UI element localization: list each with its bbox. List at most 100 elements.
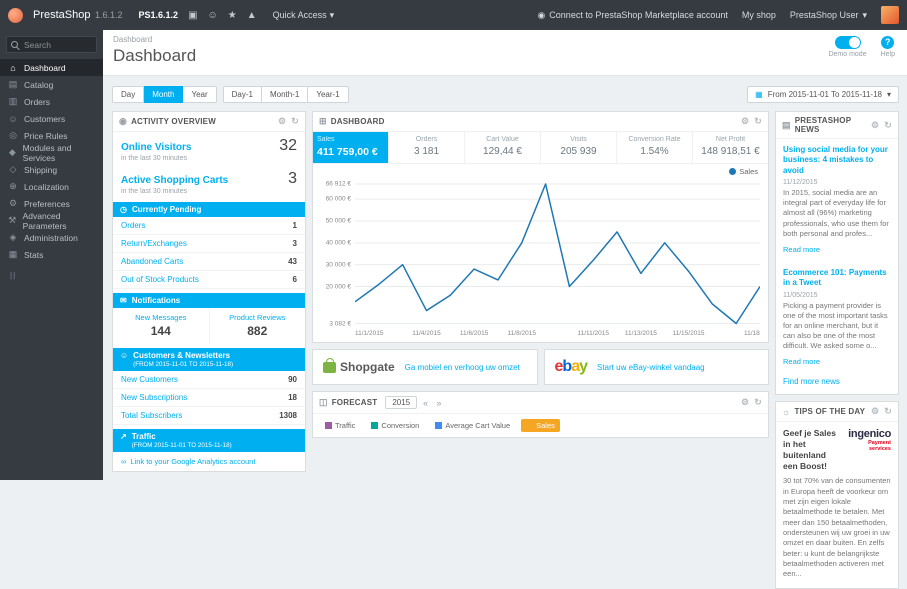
kpi-cart-value-tab[interactable]: Cart Value 129,44 € — [465, 132, 541, 163]
cart-icon[interactable]: ▣ — [188, 10, 197, 21]
kpi-visits-tab[interactable]: Visits 205 939 — [541, 132, 617, 163]
dashboard-panel: ⊞ DASHBOARD ⚙ ↻ Sales 411 759,00 € Order… — [312, 111, 769, 343]
activity-icon: ◉ — [119, 116, 128, 126]
sidebar-item-price-rules[interactable]: ◎ Price Rules — [0, 127, 103, 144]
left-column: ◉ ACTIVITY OVERVIEW ⚙ ↻ Online Visitors … — [112, 111, 306, 472]
traffic-icon: ↗ — [120, 432, 127, 441]
news-item-title[interactable]: Using social media for your business: 4 … — [783, 145, 891, 176]
new-subscriptions-link[interactable]: New Subscriptions — [121, 393, 187, 402]
customers-newsletters-range: (FROM 2015-11-01 TO 2015-11-18) — [133, 361, 234, 368]
prestashop-news-panel: ▤ PRESTASHOP NEWS ⚙ ↻ Using social media… — [775, 111, 899, 396]
kpi-orders-tab[interactable]: Orders 3 181 — [389, 132, 465, 163]
gear-icon[interactable]: ⚙ — [871, 120, 879, 131]
rocket-icon[interactable]: ▲ — [247, 10, 257, 21]
catalog-icon: ▤ — [8, 79, 18, 89]
kpi-value: 148 918,51 € — [701, 146, 760, 157]
sidebar-item-modules[interactable]: ◆ Modules and Services — [0, 143, 103, 163]
sidebar-item-catalog[interactable]: ▤ Catalog — [0, 76, 103, 93]
gear-icon[interactable]: ⚙ — [278, 116, 286, 127]
sidebar-collapse-button[interactable]: || — [0, 263, 103, 288]
ebay-link[interactable]: Start uw eBay-winkel vandaag — [597, 363, 705, 372]
gear-icon[interactable]: ⚙ — [741, 116, 749, 127]
breadcrumb[interactable]: Dashboard — [113, 35, 897, 44]
forecast-toggle-conversion[interactable]: Conversion — [366, 419, 424, 432]
shopgate-promo: Shopgate Ga mobiel en verhoog uw omzet — [312, 349, 538, 385]
shop-name-menu[interactable]: PS1.6.1.2 — [139, 10, 179, 20]
user-menu[interactable]: PrestaShop User ▾ — [790, 10, 867, 21]
return-exchanges-link[interactable]: Return/Exchanges — [121, 239, 187, 248]
gear-icon[interactable]: ⚙ — [741, 397, 749, 408]
new-messages-cell[interactable]: New Messages 144 — [113, 308, 209, 344]
year-button[interactable]: Year — [183, 86, 217, 103]
my-shop-link[interactable]: My shop — [742, 10, 776, 20]
year-minus-1-button[interactable]: Year-1 — [308, 86, 349, 103]
new-customers-link[interactable]: New Customers — [121, 375, 178, 384]
online-visitors-row[interactable]: Online Visitors 32 in the last 30 minute… — [113, 132, 305, 165]
y-axis-label: 50 000 € — [325, 217, 351, 225]
month-minus-1-button[interactable]: Month-1 — [261, 86, 309, 103]
sidebar-item-shipping[interactable]: ◇ Shipping — [0, 161, 103, 178]
abandoned-carts-value: 43 — [288, 257, 297, 266]
refresh-icon[interactable]: ↻ — [291, 116, 299, 127]
search-input[interactable] — [6, 36, 97, 53]
product-reviews-cell[interactable]: Product Reviews 882 — [208, 308, 306, 344]
active-carts-row[interactable]: Active Shopping Carts 3 in the last 30 m… — [113, 165, 305, 198]
month-button[interactable]: Month — [144, 86, 184, 103]
ebay-letter: a — [571, 358, 580, 375]
avatar[interactable] — [881, 6, 899, 24]
x-axis-label: 11/13/2015 — [624, 330, 657, 337]
sidebar-item-localization[interactable]: ⊕ Localization — [0, 178, 103, 195]
activity-panel-title: ACTIVITY OVERVIEW — [131, 117, 216, 126]
dashboard-columns: ◉ ACTIVITY OVERVIEW ⚙ ↻ Online Visitors … — [103, 111, 907, 589]
pending-orders-link[interactable]: Orders — [121, 221, 145, 230]
sidebar-item-administration[interactable]: ◈ Administration — [0, 229, 103, 246]
refresh-icon[interactable]: ↻ — [754, 397, 762, 408]
refresh-icon[interactable]: ↻ — [884, 120, 892, 131]
sidebar-item-orders[interactable]: ▥ Orders — [0, 93, 103, 110]
shopgate-logo: Shopgate — [323, 357, 395, 374]
right-column: ▤ PRESTASHOP NEWS ⚙ ↻ Using social media… — [775, 111, 899, 589]
sidebar-item-preferences[interactable]: ⚙ Preferences — [0, 195, 103, 212]
user-icon[interactable]: ☺ — [208, 10, 218, 21]
gear-icon[interactable]: ⚙ — [871, 406, 879, 417]
shopgate-link[interactable]: Ga mobiel en verhoog uw omzet — [405, 363, 520, 372]
sales-legend-label: Sales — [739, 167, 758, 176]
day-minus-1-button[interactable]: Day-1 — [222, 86, 262, 103]
day-button[interactable]: Day — [112, 86, 145, 103]
date-range-picker[interactable]: ▦ From 2015-11-01 To 2015-11-18 ▾ — [747, 86, 899, 103]
sidebar-item-advanced-parameters[interactable]: ⚒ Advanced Parameters — [0, 211, 103, 231]
next-year-button[interactable]: » — [434, 398, 443, 408]
quick-access-menu[interactable]: Quick Access ▾ — [273, 10, 335, 21]
read-more-link[interactable]: Read more — [783, 357, 820, 366]
forecast-year-select[interactable]: 2015 — [385, 396, 418, 409]
previous-year-button[interactable]: « — [421, 398, 430, 408]
refresh-icon[interactable]: ↻ — [754, 116, 762, 127]
abandoned-carts-link[interactable]: Abandoned Carts — [121, 257, 183, 266]
sidebar-item-customers[interactable]: ☺ Customers — [0, 110, 103, 127]
sidebar-item-dashboard[interactable]: ⌂ Dashboard — [0, 59, 103, 76]
google-analytics-link[interactable]: ∞ Link to your Google Analytics account — [113, 452, 305, 471]
product-reviews-label: Product Reviews — [229, 313, 286, 322]
forecast-toggle-average-cart-value[interactable]: Average Cart Value — [430, 419, 515, 432]
marketplace-icon: ◉ — [537, 9, 546, 20]
marketplace-link[interactable]: ◉ Connect to PrestaShop Marketplace acco… — [537, 10, 727, 21]
online-visitors-label: Online Visitors — [121, 142, 192, 153]
news-item-title[interactable]: Ecommerce 101: Payments in a Tweet — [783, 268, 891, 289]
forecast-toggle-traffic[interactable]: Traffic — [320, 419, 360, 432]
help-icon[interactable]: ? — [881, 36, 895, 49]
forecast-toggle-sales[interactable]: Sales — [521, 419, 560, 432]
out-of-stock-link[interactable]: Out of Stock Products — [121, 275, 199, 284]
star-icon[interactable]: ★ — [228, 10, 237, 21]
topbar: PrestaShop 1.6.1.2 PS1.6.1.2 ▣ ☺ ★ ▲ Qui… — [0, 0, 907, 30]
demo-mode-toggle[interactable] — [834, 36, 861, 49]
chart-legend[interactable]: Sales — [729, 167, 758, 176]
sidebar-item-stats[interactable]: ▦ Stats — [0, 246, 103, 263]
read-more-link[interactable]: Read more — [783, 245, 820, 254]
refresh-icon[interactable]: ↻ — [884, 406, 892, 417]
find-more-news-link[interactable]: Find more news — [776, 374, 898, 394]
total-subscribers-link[interactable]: Total Subscribers — [121, 411, 182, 420]
kpi-sales-tab[interactable]: Sales 411 759,00 € — [313, 132, 389, 163]
kpi-conversion-rate-tab[interactable]: Conversion Rate 1.54% — [617, 132, 693, 163]
x-axis: 11/1/2015 11/4/2015 11/6/2015 11/8/2015 11/1… — [355, 328, 760, 340]
kpi-net-profit-tab[interactable]: Net Profit 148 918,51 € — [693, 132, 768, 163]
